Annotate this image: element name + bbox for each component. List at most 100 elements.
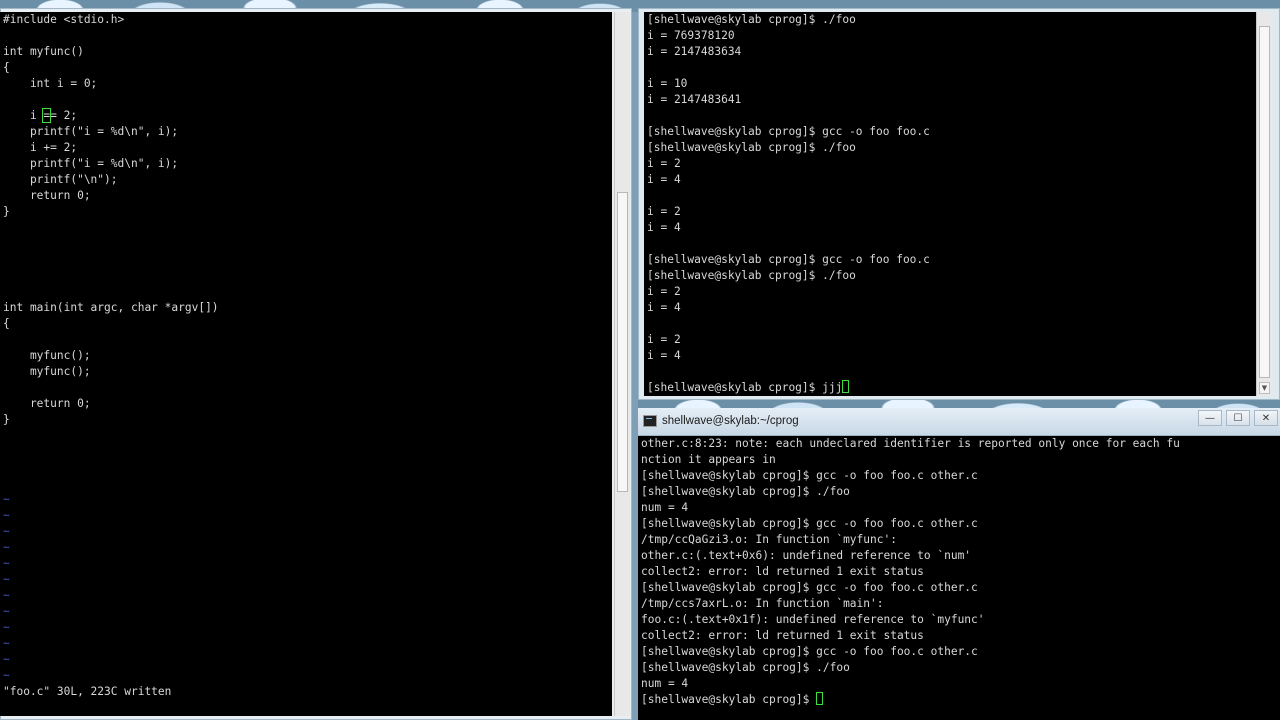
terminal-output-line: [shellwave@skylab cprog]$ gcc -o foo foo… [647,253,930,266]
tilde-line [0,460,612,476]
code-text: i [3,109,44,122]
terminal-output-line: [shellwave@skylab cprog]$ gcc -o foo foo… [647,125,930,138]
terminal-output-line: collect2: error: ld returned 1 exit stat… [641,629,924,642]
tilde-line: ~ [3,493,10,506]
terminal-bottom-title: shellwave@skylab:~/cprog [662,415,799,427]
terminal-output-line: [shellwave@skylab cprog]$ ./foo [641,661,850,674]
tilde-line: ~ [3,621,10,634]
terminal-output-line: i = 4 [647,221,681,234]
terminal-cursor[interactable] [842,380,850,393]
terminal-output-line: other.c:(.text+0x6): undefined reference… [641,549,972,562]
tilde-line: ~ [3,605,10,618]
terminal-cursor[interactable] [816,692,824,705]
terminal-output-line: i = 2 [647,157,681,170]
vim-editor[interactable]: #include <stdio.h> int myfunc() { int i = … [0,12,612,716]
terminal-output-line: i = 10 [647,77,688,90]
terminal-output-line: i = 4 [647,349,681,362]
minimize-button[interactable]: — [1198,410,1222,426]
prompt-text: [shellwave@skylab cprog]$ [641,693,817,706]
terminal-output-line: foo.c:(.text+0x1f): undefined reference … [641,613,985,626]
terminal-output-line: [shellwave@skylab cprog]$ ./foo [647,269,856,282]
tilde-line: ~ [3,653,10,666]
tilde-line: ~ [3,573,10,586]
terminal-output-line: /tmp/ccQaGzi3.o: In function `myfunc': [641,533,897,546]
code-line: myfunc(); [3,365,91,378]
code-line: return 0; [3,397,91,410]
tilde-line: ~ [3,589,10,602]
tilde-line [0,444,612,460]
terminal-output-line: [shellwave@skylab cprog]$ ./foo [647,13,856,26]
terminal-output-line: [shellwave@skylab cprog]$ ./foo [641,485,850,498]
terminal-bottom-titlebar[interactable]: shellwave@skylab:~/cprog — ☐ ✕ [638,408,1280,436]
vim-status-line: "foo.c" 30L, 223C written [3,685,172,698]
maximize-button[interactable]: ☐ [1226,410,1250,426]
code-line: int main(int argc, char *argv[]) [3,301,219,314]
tilde-line: ~ [3,509,10,522]
code-line: int i = 0; [3,77,98,90]
terminal-icon [643,415,657,427]
vim-scrollbar[interactable] [614,12,630,716]
terminal-output-line: num = 4 [641,501,689,514]
code-line: myfunc(); [3,349,91,362]
terminal-output-line: i = 2 [647,285,681,298]
code-text: = 2; [50,109,78,122]
terminal-output-line: i = 4 [647,301,681,314]
terminal-output-line: [shellwave@skylab cprog]$ gcc -o foo foo… [641,645,978,658]
close-button[interactable]: ✕ [1254,410,1278,426]
tilde-line: ~ [3,557,10,570]
terminal-output-line: /tmp/ccs7axrL.o: In function `main': [641,597,884,610]
tilde-line: ~ [3,669,10,682]
code-line: { [3,317,10,330]
code-line: printf("\n"); [3,173,118,186]
code-line: printf("i = %d\n", i); [3,125,179,138]
scroll-down-arrow-icon[interactable]: ▼ [1259,382,1270,394]
terminal-output-line: [shellwave@skylab cprog]$ gcc -o foo foo… [641,581,978,594]
code-line: { [3,61,10,74]
code-line: printf("i = %d\n", i); [3,157,179,170]
terminal-output-line: other.c:8:23: note: each undeclared iden… [641,437,1180,450]
terminal-output-line: i = 2147483641 [647,93,742,106]
terminal-prompt-line[interactable]: [shellwave@skylab cprog]$ jjj [644,380,1256,396]
terminal-top-scroll-thumb[interactable] [1259,26,1270,378]
code-line-cursor: i == 2; [0,108,612,124]
terminal-output-line: [shellwave@skylab cprog]$ gcc -o foo foo… [641,469,978,482]
vim-scroll-thumb[interactable] [617,192,628,492]
code-line: } [3,205,10,218]
terminal-output-line: i = 769378120 [647,29,735,42]
terminal-output-line: [shellwave@skylab cprog]$ gcc -o foo foo… [641,517,978,530]
terminal-output-line: collect2: error: ld returned 1 exit stat… [641,565,924,578]
terminal-output-line: i = 2147483634 [647,45,742,58]
prompt-text: [shellwave@skylab cprog]$ jjj [647,381,843,394]
tilde-line: ~ [3,525,10,538]
terminal-prompt-line[interactable]: [shellwave@skylab cprog]$ [638,692,1280,708]
terminal-output-line: i = 4 [647,173,681,186]
terminal-bottom[interactable]: other.c:8:23: note: each undeclared iden… [638,436,1280,720]
terminal-output-line: i = 2 [647,205,681,218]
terminal-output-line: num = 4 [641,677,689,690]
tilde-line [0,428,612,444]
code-line: #include <stdio.h> [3,13,125,26]
code-line: int myfunc() [3,45,84,58]
terminal-output-line: i = 2 [647,333,681,346]
terminal-top[interactable]: [shellwave@skylab cprog]$ ./foo i = 76937… [644,12,1256,396]
tilde-line: ~ [3,637,10,650]
terminal-output-line: [shellwave@skylab cprog]$ ./foo [647,141,856,154]
terminal-top-scrollbar[interactable]: ▼ [1256,12,1272,396]
tilde-line: ~ [3,541,10,554]
terminal-output-line: nction it appears in [641,453,776,466]
code-line: i += 2; [3,141,78,154]
code-line: return 0; [3,189,91,202]
